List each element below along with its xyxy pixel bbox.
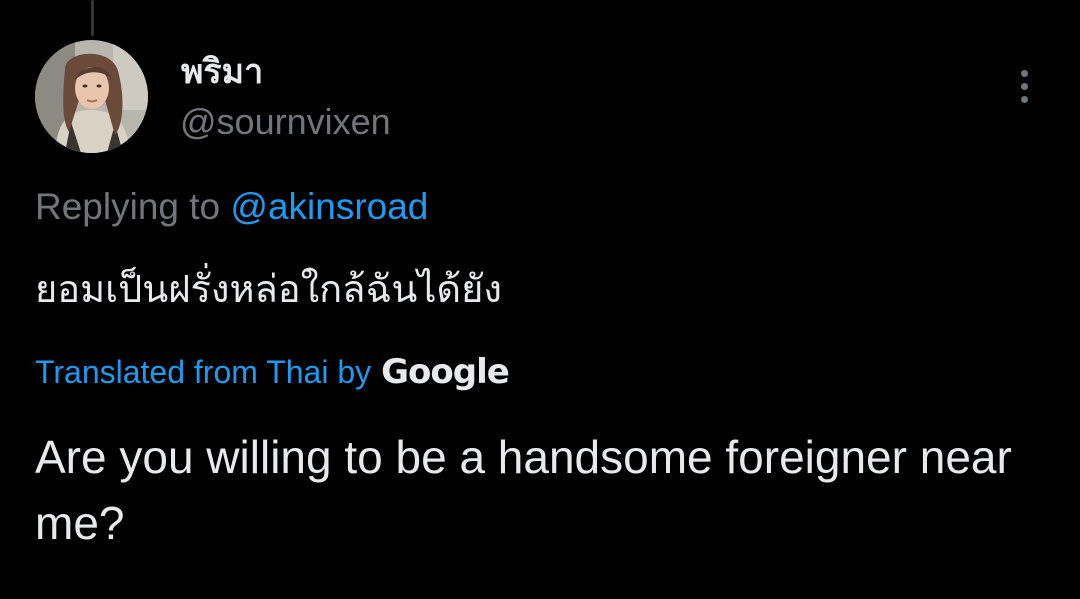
user-handle[interactable]: @sournvixen [180, 100, 391, 144]
translated-from-label[interactable]: Translated from Thai by [35, 349, 371, 395]
more-dot [1020, 95, 1028, 103]
reply-prefix: Replying to [35, 186, 221, 227]
display-name[interactable]: พริมา [181, 50, 263, 94]
more-dot [1020, 82, 1028, 90]
avatar-image [35, 40, 148, 153]
replying-to: Replying to @akinsroad [35, 183, 428, 231]
tweet-original-text: ยอมเป็นฝรั่งหล่อใกล้ฉันได้ยัง [35, 269, 502, 311]
reply-mention-link[interactable]: @akinsroad [230, 186, 428, 227]
tweet-translated-text: Are you willing to be a handsome foreign… [35, 431, 1012, 549]
avatar[interactable] [35, 40, 148, 153]
translation-attribution[interactable]: Translated from Thai by Google [35, 349, 510, 395]
google-logo: Google [381, 352, 510, 392]
more-options-icon[interactable] [1004, 62, 1044, 110]
thread-connector-line [91, 0, 94, 36]
more-dot [1020, 69, 1028, 77]
